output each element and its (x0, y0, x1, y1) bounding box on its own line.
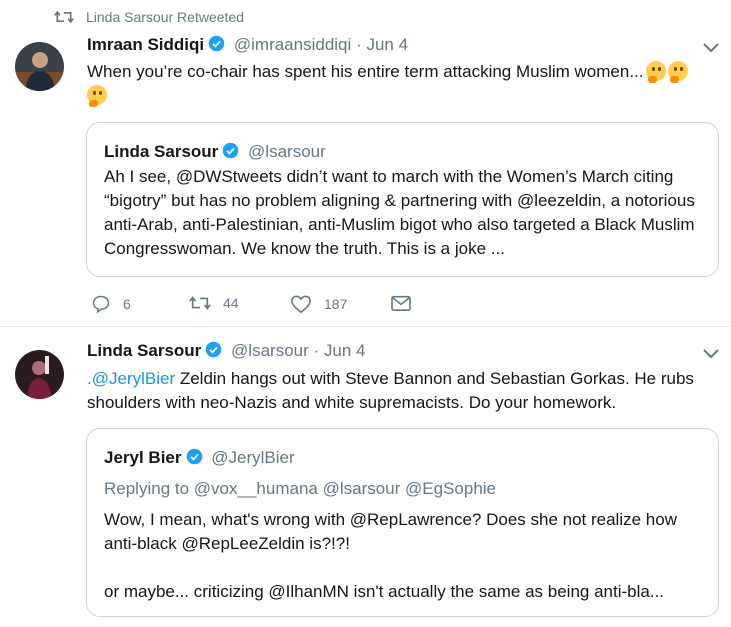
quoted-author-handle: @lsarsour (248, 142, 326, 161)
author-handle[interactable]: @imraansiddiqi (234, 35, 351, 54)
reply-icon (92, 295, 110, 314)
quoted-tweet-text-continued: or maybe... criticizing @IlhanMN isn't a… (104, 582, 665, 601)
verified-badge-icon (223, 142, 239, 159)
reply-count: 6 (123, 296, 131, 312)
tweet-header: Linda Sarsour @lsarsour · Jun 4 (87, 341, 366, 361)
thinking-face-emoji (667, 61, 688, 83)
quoted-tweet[interactable]: Linda Sarsour @lsarsour Ah I see, @DWStw… (86, 122, 719, 277)
thinking-face-emoji (645, 61, 666, 83)
reply-button[interactable]: 6 (91, 294, 131, 314)
quoted-author-name: Jeryl Bier (104, 448, 182, 467)
retweet-banner-text[interactable]: Linda Sarsour Retweeted (86, 9, 244, 25)
replying-to-prefix: Replying to (104, 479, 190, 498)
tweet-text: .@JerylBier Zeldin hangs out with Steve … (87, 367, 717, 415)
replying-to: Replying to @vox__humana @lsarsour @EgSo… (104, 479, 496, 499)
thinking-face-emoji (87, 85, 107, 107)
direct-message-button[interactable] (390, 294, 412, 312)
tweet-date[interactable]: Jun 4 (324, 341, 366, 360)
quoted-tweet-header: Linda Sarsour @lsarsour (104, 142, 326, 162)
verified-badge-icon (208, 35, 225, 52)
tweet-date[interactable]: Jun 4 (366, 35, 408, 54)
retweet-icon (189, 296, 211, 310)
author-name[interactable]: Linda Sarsour (87, 341, 201, 360)
retweet-icon (54, 10, 74, 24)
avatar[interactable] (15, 42, 64, 91)
retweet-banner: Linda Sarsour Retweeted (54, 9, 244, 25)
quoted-tweet-text: Wow, I mean, what's wrong with @RepLawre… (104, 510, 677, 553)
retweet-count: 44 (223, 295, 239, 311)
chevron-down-icon[interactable] (702, 348, 720, 360)
separator-dot: · (313, 341, 320, 360)
chevron-down-icon[interactable] (702, 42, 720, 54)
tweet-body: Zeldin hangs out with Steve Bannon and S… (87, 369, 694, 412)
quoted-tweet-header: Jeryl Bier @JerylBier (104, 448, 295, 468)
envelope-icon (391, 295, 411, 312)
avatar[interactable] (15, 350, 64, 399)
verified-badge-icon (186, 448, 202, 465)
mention-link[interactable]: .@JerylBier (87, 369, 175, 388)
tweet-text: When you’re co-chair has spent his entir… (87, 60, 717, 108)
separator-dot: · (356, 35, 362, 54)
author-name[interactable]: Imraan Siddiqi (87, 35, 204, 54)
author-handle[interactable]: @lsarsour (231, 341, 309, 360)
like-button[interactable]: 187 (290, 294, 347, 314)
quoted-author-name: Linda Sarsour (104, 142, 219, 161)
tweet-divider (0, 326, 731, 327)
quoted-tweet[interactable]: Jeryl Bier @JerylBier Replying to @vox__… (86, 428, 719, 617)
retweet-button[interactable]: 44 (189, 294, 239, 312)
tweet-body: When you’re co-chair has spent his entir… (87, 62, 644, 81)
replying-to-handles: @vox__humana @lsarsour @EgSophie (193, 479, 497, 498)
heart-icon (291, 295, 311, 314)
quoted-author-handle: @JerylBier (211, 448, 295, 467)
like-count: 187 (324, 296, 348, 312)
verified-badge-icon (206, 341, 222, 358)
quoted-tweet-text: Ah I see, @DWStweets didn’t want to marc… (104, 167, 695, 258)
tweet-header: Imraan Siddiqi @imraansiddiqi · Jun 4 (87, 35, 408, 55)
